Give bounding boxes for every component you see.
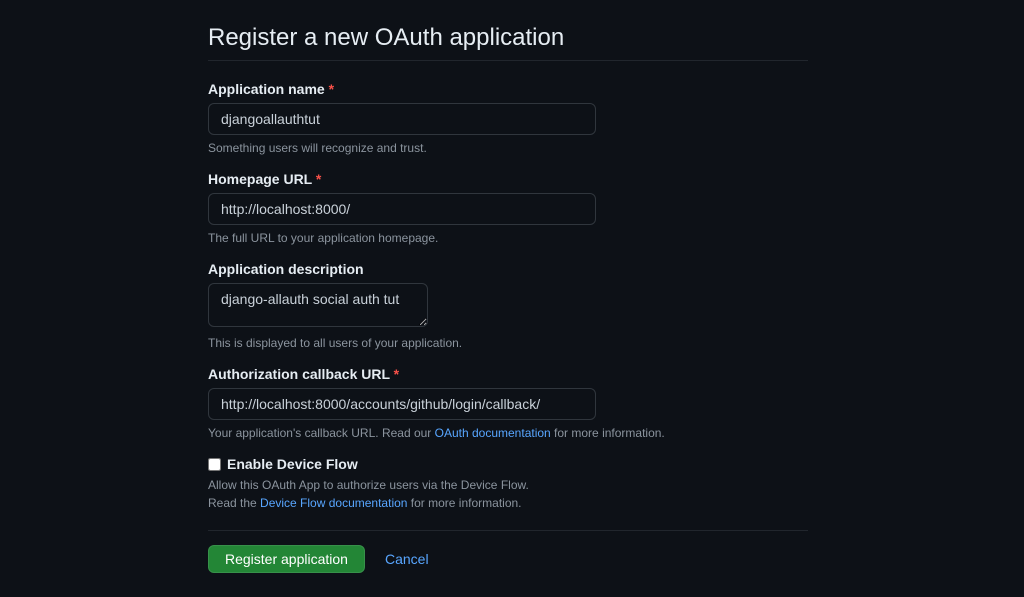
description-hint: This is displayed to all users of your a…	[208, 336, 808, 350]
app-name-group: Application name * Something users will …	[208, 81, 808, 155]
callback-url-input[interactable]	[208, 388, 596, 420]
device-flow-hint-line1: Allow this OAuth App to authorize users …	[208, 476, 808, 494]
homepage-url-label: Homepage URL *	[208, 171, 808, 187]
app-name-label-text: Application name	[208, 81, 325, 97]
cancel-link[interactable]: Cancel	[385, 551, 429, 567]
required-marker: *	[329, 81, 334, 97]
app-name-hint: Something users will recognize and trust…	[208, 141, 808, 155]
button-group: Register application Cancel	[208, 545, 808, 573]
app-name-label: Application name *	[208, 81, 808, 97]
callback-url-label: Authorization callback URL *	[208, 366, 808, 382]
oauth-docs-link[interactable]: OAuth documentation	[435, 426, 551, 440]
required-marker: *	[316, 171, 321, 187]
form-container: Register a new OAuth application Applica…	[208, 24, 808, 573]
description-group: Application description <span class="wav…	[208, 261, 808, 350]
description-label-text: Application description	[208, 261, 364, 277]
description-label: Application description	[208, 261, 808, 277]
homepage-url-label-text: Homepage URL	[208, 171, 312, 187]
device-flow-hint-suffix: for more information.	[407, 496, 521, 510]
device-flow-docs-link[interactable]: Device Flow documentation	[260, 496, 407, 510]
device-flow-label: Enable Device Flow	[227, 456, 358, 472]
homepage-url-group: Homepage URL * The full URL to your appl…	[208, 171, 808, 245]
device-flow-hint-line2: Read the Device Flow documentation for m…	[208, 494, 808, 512]
callback-hint-suffix: for more information.	[551, 426, 665, 440]
app-name-input[interactable]	[208, 103, 596, 135]
page-title: Register a new OAuth application	[208, 24, 808, 61]
description-input[interactable]: <span class="wavy-red">django</span>-<sp…	[208, 283, 428, 327]
callback-url-group: Authorization callback URL * Your applic…	[208, 366, 808, 440]
homepage-url-hint: The full URL to your application homepag…	[208, 231, 808, 245]
device-flow-checkbox-wrapper: Enable Device Flow	[208, 456, 808, 472]
device-flow-checkbox[interactable]	[208, 458, 221, 471]
callback-url-hint: Your application's callback URL. Read ou…	[208, 426, 808, 440]
required-marker: *	[394, 366, 399, 382]
callback-hint-prefix: Your application's callback URL. Read ou…	[208, 426, 435, 440]
device-flow-hint: Allow this OAuth App to authorize users …	[208, 476, 808, 512]
divider	[208, 530, 808, 531]
device-flow-hint-prefix: Read the	[208, 496, 260, 510]
callback-url-label-text: Authorization callback URL	[208, 366, 390, 382]
homepage-url-input[interactable]	[208, 193, 596, 225]
device-flow-group: Enable Device Flow Allow this OAuth App …	[208, 456, 808, 512]
register-button[interactable]: Register application	[208, 545, 365, 573]
